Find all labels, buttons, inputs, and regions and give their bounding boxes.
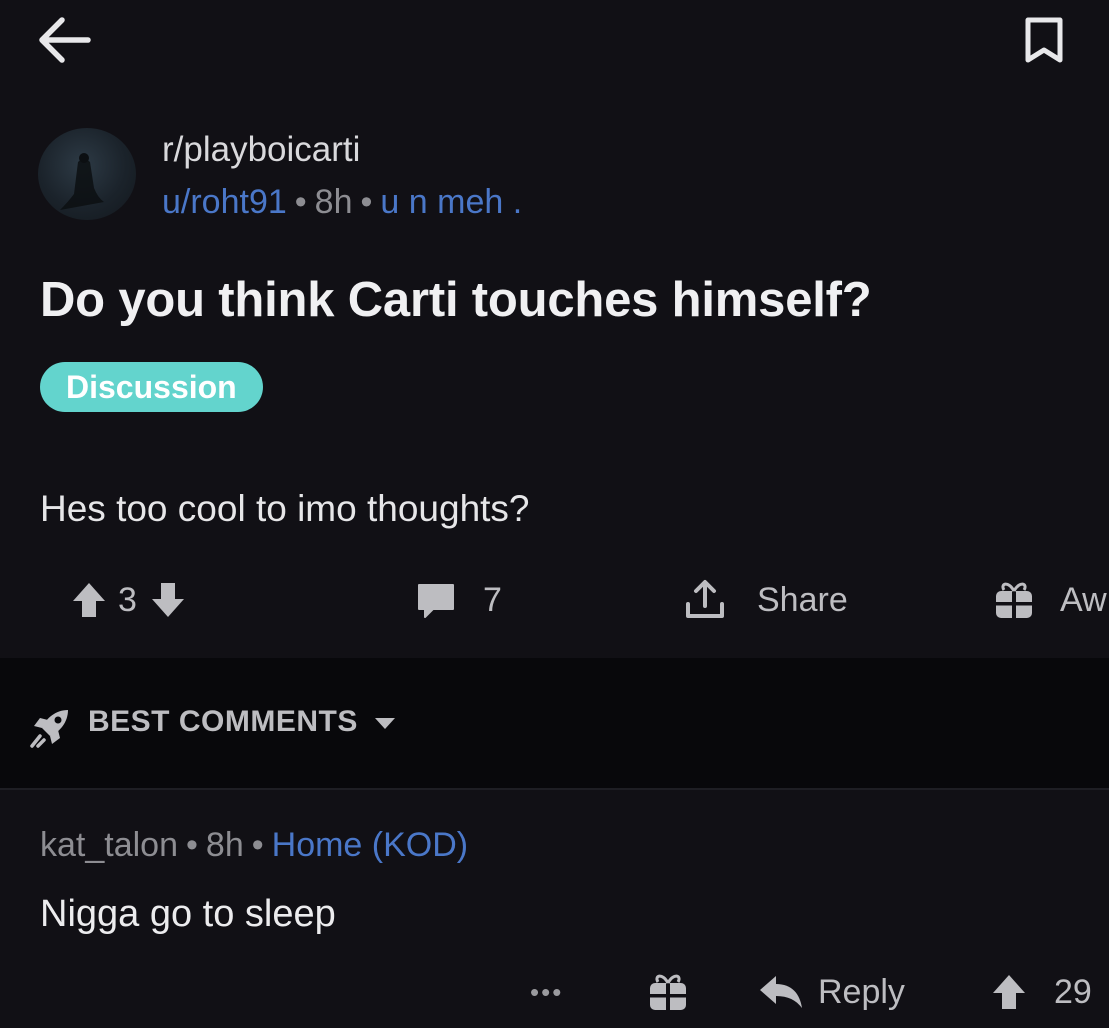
post-body: Hes too cool to imo thoughts? — [40, 488, 530, 529]
post-age: 8h — [314, 183, 353, 221]
post-action-bar: 3 7 Share Aw — [0, 570, 1109, 630]
upvote-button[interactable] — [70, 580, 108, 620]
subreddit-name[interactable]: r/playboicarti — [162, 130, 360, 170]
separator-dot: • — [186, 826, 198, 864]
post-meta: u/roht91 • 8h • u n meh . — [162, 183, 522, 222]
share-icon — [686, 580, 724, 618]
award-button[interactable]: Aw — [992, 570, 1107, 630]
chevron-down-icon — [374, 718, 395, 730]
gift-icon — [650, 974, 686, 1010]
post-author[interactable]: u/roht91 — [162, 183, 287, 221]
sort-label: BEST COMMENTS — [88, 705, 358, 738]
comment-more-button[interactable]: ••• — [530, 962, 563, 1022]
avatar-image — [60, 153, 104, 210]
back-arrow-icon — [39, 17, 91, 63]
comments-button[interactable]: 7 — [415, 570, 502, 630]
comment-upvote-button[interactable] — [990, 972, 1028, 1012]
user-flair: u n meh . — [380, 183, 523, 221]
bookmark-icon — [1025, 17, 1063, 63]
more-icon: ••• — [530, 976, 564, 1007]
separator-dot: • — [294, 183, 307, 221]
upvote-icon — [993, 975, 1025, 1009]
award-label: Aw — [1060, 580, 1107, 619]
downvote-button[interactable] — [149, 580, 187, 620]
comment-icon — [418, 584, 454, 618]
comment-author[interactable]: kat_talon — [40, 826, 178, 864]
separator-dot: • — [251, 826, 264, 864]
post-title: Do you think Carti touches himself? — [40, 273, 872, 327]
share-label: Share — [757, 580, 848, 619]
upvote-icon — [73, 583, 105, 617]
comment-action-bar: ••• Reply 29 — [0, 962, 1109, 1022]
sort-icon-wrapper[interactable] — [28, 704, 74, 750]
comment-age: 8h — [205, 826, 244, 864]
comment-vote-group: 29 — [990, 962, 1092, 1022]
back-button[interactable] — [36, 14, 94, 66]
reply-icon — [760, 976, 802, 1008]
reply-button[interactable]: Reply — [758, 962, 905, 1022]
comment-award-button[interactable] — [646, 962, 690, 1022]
sort-dropdown[interactable]: BEST COMMENTS — [88, 705, 397, 739]
separator-dot: • — [360, 183, 373, 221]
post-flair-badge[interactable]: Discussion — [40, 362, 263, 412]
rocket-icon — [30, 710, 68, 748]
comment-author-flair: Home (KOD) — [271, 826, 469, 864]
comment-body: Nigga go to sleep — [40, 893, 336, 935]
reply-label: Reply — [818, 972, 905, 1011]
gift-icon — [996, 582, 1032, 618]
comment-meta: kat_talon • 8h • Home (KOD) — [40, 826, 468, 865]
divider — [0, 788, 1109, 790]
save-post-button[interactable] — [1018, 14, 1070, 66]
post-score: 3 — [118, 580, 137, 619]
share-button[interactable]: Share — [683, 570, 848, 630]
comments-count: 7 — [483, 580, 502, 619]
vote-group: 3 — [70, 570, 187, 630]
comment-score: 29 — [1054, 972, 1092, 1011]
subreddit-avatar[interactable] — [38, 128, 136, 220]
downvote-icon — [151, 583, 184, 617]
